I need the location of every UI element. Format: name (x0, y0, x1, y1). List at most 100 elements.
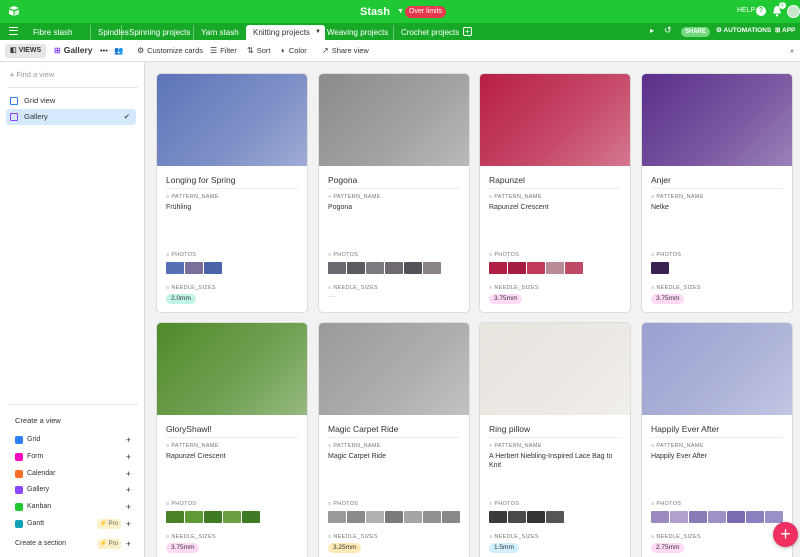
photo-thumbnail[interactable] (166, 262, 184, 274)
history-icon[interactable]: ↺ (664, 25, 672, 36)
photo-thumbnail[interactable] (746, 511, 764, 523)
current-view-button[interactable]: ⊞ Gallery (54, 45, 93, 55)
automations-button[interactable]: ⚙ AUTOMATIONS (716, 26, 771, 34)
photo-thumbnail[interactable] (404, 511, 422, 523)
view-more-button[interactable]: ••• (100, 46, 108, 55)
create-view-form[interactable]: Form + (15, 451, 131, 463)
add-icon[interactable]: + (126, 501, 131, 513)
add-table-icon[interactable]: + (463, 27, 472, 36)
share-view-button[interactable]: ↗ Share view (322, 46, 369, 55)
photo-thumbnail[interactable] (546, 262, 564, 274)
photo-thumbnail[interactable] (385, 511, 403, 523)
photo-thumbnail[interactable] (204, 511, 222, 523)
photo-thumbnail[interactable] (508, 262, 526, 274)
photo-thumbnail[interactable] (565, 262, 583, 274)
add-icon[interactable]: + (126, 538, 131, 550)
photo-thumbnail[interactable] (546, 511, 564, 523)
tab-crochet-projects[interactable]: Crochet projects (393, 25, 466, 40)
photo-thumbnail[interactable] (204, 262, 222, 274)
over-limits-badge[interactable]: Over limits (405, 6, 447, 18)
gallery-card[interactable]: Happily Ever After PATTERN_NAME Happily Ev… (642, 323, 792, 557)
sort-button[interactable]: ⇅ Sort (247, 46, 270, 55)
create-view-gantt[interactable]: Gantt ⚡ Pro + (15, 518, 131, 530)
filter-button[interactable]: ☰ Filter (210, 46, 237, 55)
gallery-card[interactable]: GloryShawl! PATTERN_NAME Rapunzel Crescent… (157, 323, 307, 557)
automations-label: AUTOMATIONS (723, 27, 772, 34)
tab-spinning-projects[interactable]: Spinning projects (121, 25, 197, 40)
photo-thumbnail[interactable] (708, 511, 726, 523)
photo-thumbnail[interactable] (527, 262, 545, 274)
photo-thumbnail[interactable] (423, 511, 441, 523)
photo-thumbnail[interactable] (347, 511, 365, 523)
collapse-icon[interactable]: ▸ (650, 26, 654, 35)
photo-thumbnail[interactable] (328, 511, 346, 523)
create-section-item[interactable]: Create a section ⚡ Pro + (15, 538, 131, 550)
photo-thumbnail[interactable] (366, 262, 384, 274)
base-title[interactable]: Stash (360, 6, 390, 18)
photo-thumbnail[interactable] (242, 511, 260, 523)
sidebar-item-grid-view[interactable]: Grid view (6, 93, 136, 109)
photo-thumbnail[interactable] (670, 511, 688, 523)
color-icon: ◐ (281, 46, 286, 55)
add-icon[interactable]: + (126, 518, 131, 530)
help-icon[interactable]: ? (756, 6, 766, 16)
gallery-card[interactable]: Magic Carpet Ride PATTERN_NAME Magic Carpe… (319, 323, 469, 557)
gallery-card[interactable]: Pogona PATTERN_NAME Pogona PHOTOS NEEDLE_SIZ… (319, 74, 469, 312)
add-record-button[interactable]: + (773, 522, 798, 547)
search-icon[interactable]: ⌕ (790, 46, 794, 56)
gallery-card[interactable]: Longing for Spring PATTERN_NAME Frühling PH… (157, 74, 307, 312)
gallery-card[interactable]: Ring pillow PATTERN_NAME A Herbert Nieblin… (480, 323, 630, 557)
photo-thumbnail[interactable] (508, 511, 526, 523)
create-view-grid[interactable]: Grid + (15, 434, 131, 446)
views-toggle-button[interactable]: ◧ VIEWS (5, 44, 47, 58)
hamburger-menu-icon[interactable] (9, 27, 18, 35)
help-link[interactable]: HELP (737, 7, 755, 14)
tab-knitting-projects[interactable]: Knitting projects ▼ (246, 25, 325, 40)
create-view-gallery[interactable]: Gallery + (15, 484, 131, 496)
add-icon[interactable]: + (126, 484, 131, 496)
photo-thumbnail[interactable] (689, 511, 707, 523)
find-view-search[interactable]: ⌕ Find a view (10, 70, 54, 80)
gallery-view-icon (15, 486, 23, 495)
photo-thumbnail[interactable] (489, 511, 507, 523)
add-icon[interactable]: + (126, 434, 131, 446)
photo-thumbnail[interactable] (223, 511, 241, 523)
photo-thumbnail[interactable] (442, 511, 460, 523)
base-menu-chevron-icon[interactable]: ▼ (397, 8, 404, 15)
gallery-view: Longing for Spring PATTERN_NAME Frühling PH… (145, 62, 800, 557)
tab-yarn-stash[interactable]: Yarn stash (193, 25, 246, 40)
needle-size-pill: 3.75mm (651, 294, 685, 304)
user-avatar[interactable] (787, 5, 800, 18)
sidebar-item-gallery[interactable]: Gallery ✔ (6, 109, 136, 125)
photo-thumbnail[interactable] (328, 262, 346, 274)
photo-thumbnail[interactable] (489, 262, 507, 274)
photo-thumbnail[interactable] (385, 262, 403, 274)
photo-thumbnail[interactable] (366, 511, 384, 523)
photo-thumbnail[interactable] (651, 511, 669, 523)
tab-fibre-stash[interactable]: Fibre stash (26, 25, 80, 40)
photo-thumbnail[interactable] (347, 262, 365, 274)
photo-thumbnail[interactable] (651, 262, 669, 274)
photo-thumbnail[interactable] (727, 511, 745, 523)
photo-thumbnail[interactable] (527, 511, 545, 523)
share-button[interactable]: SHARE (681, 27, 711, 37)
photo-thumbnail[interactable] (166, 511, 184, 523)
create-view-calendar[interactable]: Calendar + (15, 468, 131, 480)
photo-thumbnail[interactable] (185, 511, 203, 523)
photo-thumbnail[interactable] (423, 262, 441, 274)
apps-button[interactable]: ⊞ APP (775, 26, 795, 34)
add-icon[interactable]: + (126, 451, 131, 463)
customize-cards-button[interactable]: ⚙ Customize cards (137, 46, 203, 55)
photo-thumbnail[interactable] (185, 262, 203, 274)
photo-thumbnail[interactable] (765, 511, 783, 523)
airtable-logo-icon[interactable] (8, 5, 20, 17)
gantt-view-icon (15, 520, 23, 528)
add-icon[interactable]: + (126, 468, 131, 480)
photo-thumbnail[interactable] (404, 262, 422, 274)
gallery-card[interactable]: Anjer PATTERN_NAME Nelke PHOTOS NEEDLE_SIZES… (642, 74, 792, 312)
create-view-kanban[interactable]: Kanban + (15, 501, 131, 513)
gallery-card[interactable]: Rapunzel PATTERN_NAME Rapunzel Crescent PHO… (480, 74, 630, 312)
color-button[interactable]: ◐ Color (281, 46, 307, 55)
collaborators-icon[interactable]: 👥 (114, 46, 123, 55)
tab-weaving-projects[interactable]: Weaving projects (320, 25, 395, 40)
